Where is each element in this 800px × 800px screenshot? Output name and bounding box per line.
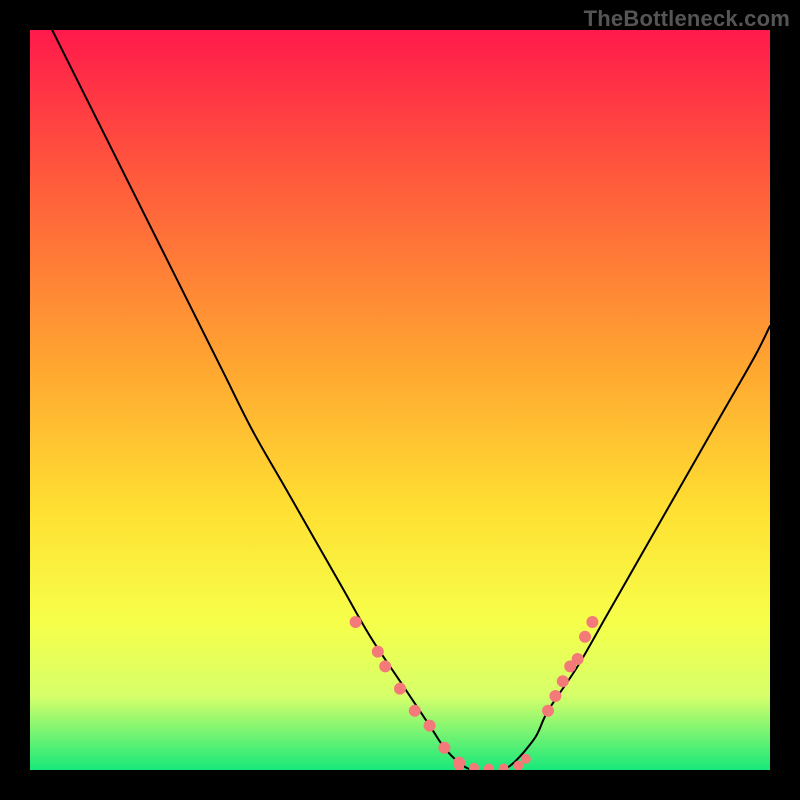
chart-background [30, 30, 770, 770]
marker-dot [409, 705, 421, 717]
marker-dot [557, 675, 569, 687]
marker-dot [586, 616, 598, 628]
marker-dot [350, 616, 362, 628]
marker-dot [424, 720, 436, 732]
watermark-text: TheBottleneck.com [584, 6, 790, 32]
marker-dot [521, 754, 531, 764]
chart-svg [30, 30, 770, 770]
marker-dot [572, 653, 584, 665]
marker-dot [394, 683, 406, 695]
plot-area [30, 30, 770, 770]
marker-dot [542, 705, 554, 717]
marker-dot [372, 646, 384, 658]
marker-dot [438, 742, 450, 754]
marker-dot [579, 631, 591, 643]
marker-dot [549, 690, 561, 702]
chart-frame: TheBottleneck.com [0, 0, 800, 800]
marker-dot [379, 660, 391, 672]
